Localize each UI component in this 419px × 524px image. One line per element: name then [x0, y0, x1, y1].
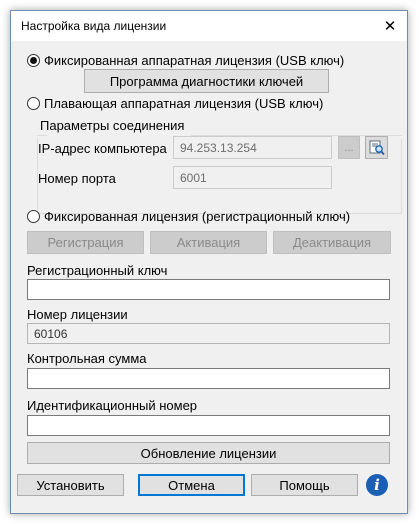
- search-computer-icon: [369, 140, 385, 155]
- ip-label: IP-адрес компьютера: [38, 141, 167, 156]
- checksum-field[interactable]: [27, 368, 390, 389]
- title-bar: Настройка вида лицензии ✕: [11, 11, 407, 41]
- id-number-field[interactable]: [27, 415, 390, 436]
- window-title: Настройка вида лицензии: [21, 19, 167, 33]
- radio-fixed-hw[interactable]: Фиксированная аппаратная лицензия (USB к…: [27, 53, 344, 68]
- ip-address-field[interactable]: 94.253.13.254: [173, 136, 332, 159]
- cancel-button[interactable]: Отмена: [138, 474, 245, 496]
- license-dialog: Настройка вида лицензии ✕ Фиксированная …: [10, 10, 408, 514]
- radio-fixed-reg[interactable]: Фиксированная лицензия (регистрационный …: [27, 209, 350, 224]
- port-label: Номер порта: [38, 171, 116, 186]
- info-icon[interactable]: i: [366, 474, 388, 496]
- install-button[interactable]: Установить: [17, 474, 124, 496]
- radio-fixed-reg-dot[interactable]: [27, 210, 40, 223]
- group-border: [37, 135, 47, 136]
- checksum-label: Контрольная сумма: [27, 351, 147, 366]
- reg-key-field[interactable]: [27, 279, 390, 300]
- radio-floating-hw-dot[interactable]: [27, 97, 40, 110]
- connection-group-title: Параметры соединения: [38, 118, 187, 133]
- update-license-button[interactable]: Обновление лицензии: [27, 442, 390, 464]
- search-computer-button[interactable]: [365, 136, 388, 159]
- close-icon[interactable]: ✕: [373, 11, 407, 41]
- radio-fixed-hw-label: Фиксированная аппаратная лицензия (USB к…: [44, 53, 345, 68]
- radio-fixed-hw-dot[interactable]: [27, 54, 40, 67]
- license-number-field[interactable]: 60106: [27, 323, 390, 344]
- deactivate-button[interactable]: Деактивация: [273, 231, 391, 254]
- radio-fixed-reg-label: Фиксированная лицензия (регистрационный …: [44, 209, 351, 224]
- register-button[interactable]: Регистрация: [27, 231, 144, 254]
- browse-button[interactable]: ...: [338, 136, 360, 159]
- radio-floating-hw-label: Плавающая аппаратная лицензия (USB ключ): [44, 96, 324, 111]
- license-number-label: Номер лицензии: [27, 307, 128, 322]
- id-number-label: Идентификационный номер: [27, 398, 198, 413]
- port-field[interactable]: 6001: [173, 166, 332, 189]
- diagnostics-button[interactable]: Программа диагностики ключей: [84, 69, 329, 93]
- reg-key-label: Регистрационный ключ: [27, 263, 168, 278]
- radio-floating-hw[interactable]: Плавающая аппаратная лицензия (USB ключ): [27, 96, 323, 111]
- help-button[interactable]: Помощь: [251, 474, 358, 496]
- activate-button[interactable]: Активация: [150, 231, 267, 254]
